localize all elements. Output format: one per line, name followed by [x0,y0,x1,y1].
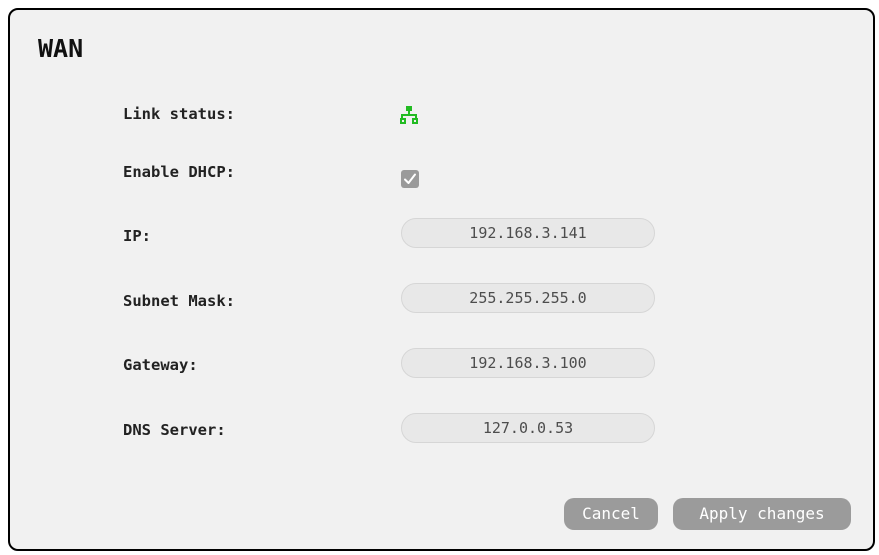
wan-settings-panel: WAN Link status: Enable DHCP: IP: Subnet… [8,8,875,551]
dns-server-label: DNS Server: [123,421,226,439]
gateway-label: Gateway: [123,356,198,374]
panel-title: WAN [38,34,84,63]
ip-input[interactable] [401,218,655,248]
apply-changes-button[interactable]: Apply changes [673,498,851,530]
subnet-mask-input[interactable] [401,283,655,313]
ip-label: IP: [123,227,151,245]
dhcp-checkbox[interactable] [401,170,419,188]
link-status-label: Link status: [123,105,235,123]
dns-server-input[interactable] [401,413,655,443]
subnet-mask-label: Subnet Mask: [123,292,235,310]
network-icon [400,106,418,124]
checkmark-icon [404,173,416,184]
gateway-input[interactable] [401,348,655,378]
dhcp-label: Enable DHCP: [123,163,235,181]
cancel-button[interactable]: Cancel [564,498,658,530]
